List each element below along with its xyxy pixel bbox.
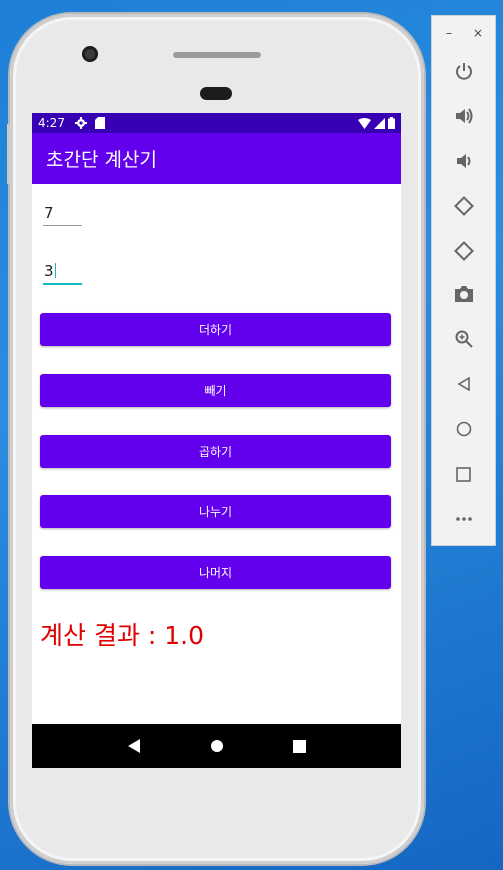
volume-up-button[interactable] bbox=[432, 101, 495, 131]
rotate-right-button[interactable] bbox=[432, 236, 495, 266]
zoom-icon bbox=[455, 330, 473, 348]
settings-gear-icon bbox=[74, 117, 87, 129]
navigation-bar bbox=[32, 724, 401, 768]
second-number-field[interactable]: 3 bbox=[43, 261, 82, 285]
emulator-toolbar: – × bbox=[431, 15, 496, 546]
close-button[interactable]: × bbox=[473, 26, 483, 40]
app-bar: 초간단 계산기 bbox=[32, 133, 401, 184]
power-icon bbox=[455, 63, 472, 80]
screenshot-button[interactable] bbox=[432, 279, 495, 309]
app-title: 초간단 계산기 bbox=[46, 149, 157, 171]
volume-down-icon bbox=[456, 154, 470, 168]
overview-button[interactable] bbox=[432, 459, 495, 489]
toolbar-window-controls: – × bbox=[432, 16, 495, 40]
more-icon bbox=[455, 517, 472, 521]
home-button[interactable] bbox=[432, 414, 495, 444]
text-cursor bbox=[54, 263, 56, 278]
subtract-button[interactable]: 빼기 bbox=[40, 374, 391, 407]
rotate-right-icon bbox=[453, 241, 474, 261]
proximity-sensor bbox=[200, 87, 232, 100]
battery-icon bbox=[388, 117, 395, 129]
back-icon bbox=[456, 377, 470, 391]
back-button[interactable] bbox=[432, 369, 495, 399]
first-number-value: 7 bbox=[44, 204, 54, 222]
status-bar: 4:27 bbox=[32, 113, 401, 133]
device-screen: 4:27 초간단 계산기 7 3 더하기 빼기 곱하기 나누기 나머지 계산 결… bbox=[32, 113, 401, 768]
more-button[interactable] bbox=[432, 504, 495, 534]
nav-home-icon[interactable] bbox=[210, 739, 224, 753]
sd-card-icon bbox=[94, 117, 105, 129]
volume-down-button[interactable] bbox=[432, 146, 495, 176]
front-camera bbox=[82, 46, 98, 62]
home-icon bbox=[456, 421, 471, 437]
zoom-button[interactable] bbox=[432, 324, 495, 354]
status-icons bbox=[358, 117, 395, 129]
nav-overview-icon[interactable] bbox=[293, 739, 307, 753]
overview-icon bbox=[456, 466, 471, 482]
remainder-button[interactable]: 나머지 bbox=[40, 556, 391, 589]
wifi-icon bbox=[358, 117, 371, 129]
status-time: 4:27 bbox=[38, 116, 65, 130]
second-number-value: 3 bbox=[44, 262, 54, 280]
first-number-field[interactable]: 7 bbox=[43, 203, 82, 226]
rotate-left-button[interactable] bbox=[432, 191, 495, 221]
earpiece-speaker bbox=[173, 52, 261, 58]
minimize-button[interactable]: – bbox=[446, 26, 452, 40]
calculator-form: 7 3 더하기 빼기 곱하기 나누기 나머지 계산 결과 : 1.0 bbox=[32, 184, 401, 724]
rotate-left-icon bbox=[453, 196, 474, 216]
camera-icon bbox=[454, 286, 473, 302]
multiply-button[interactable]: 곱하기 bbox=[40, 435, 391, 468]
cell-signal-icon bbox=[374, 117, 385, 129]
nav-back-icon[interactable] bbox=[127, 739, 141, 753]
add-button[interactable]: 더하기 bbox=[40, 313, 391, 346]
phone-side-button bbox=[7, 124, 10, 184]
result-text: 계산 결과 : 1.0 bbox=[40, 621, 205, 650]
power-button[interactable] bbox=[432, 56, 495, 86]
volume-up-icon bbox=[455, 108, 472, 124]
divide-button[interactable]: 나누기 bbox=[40, 495, 391, 528]
